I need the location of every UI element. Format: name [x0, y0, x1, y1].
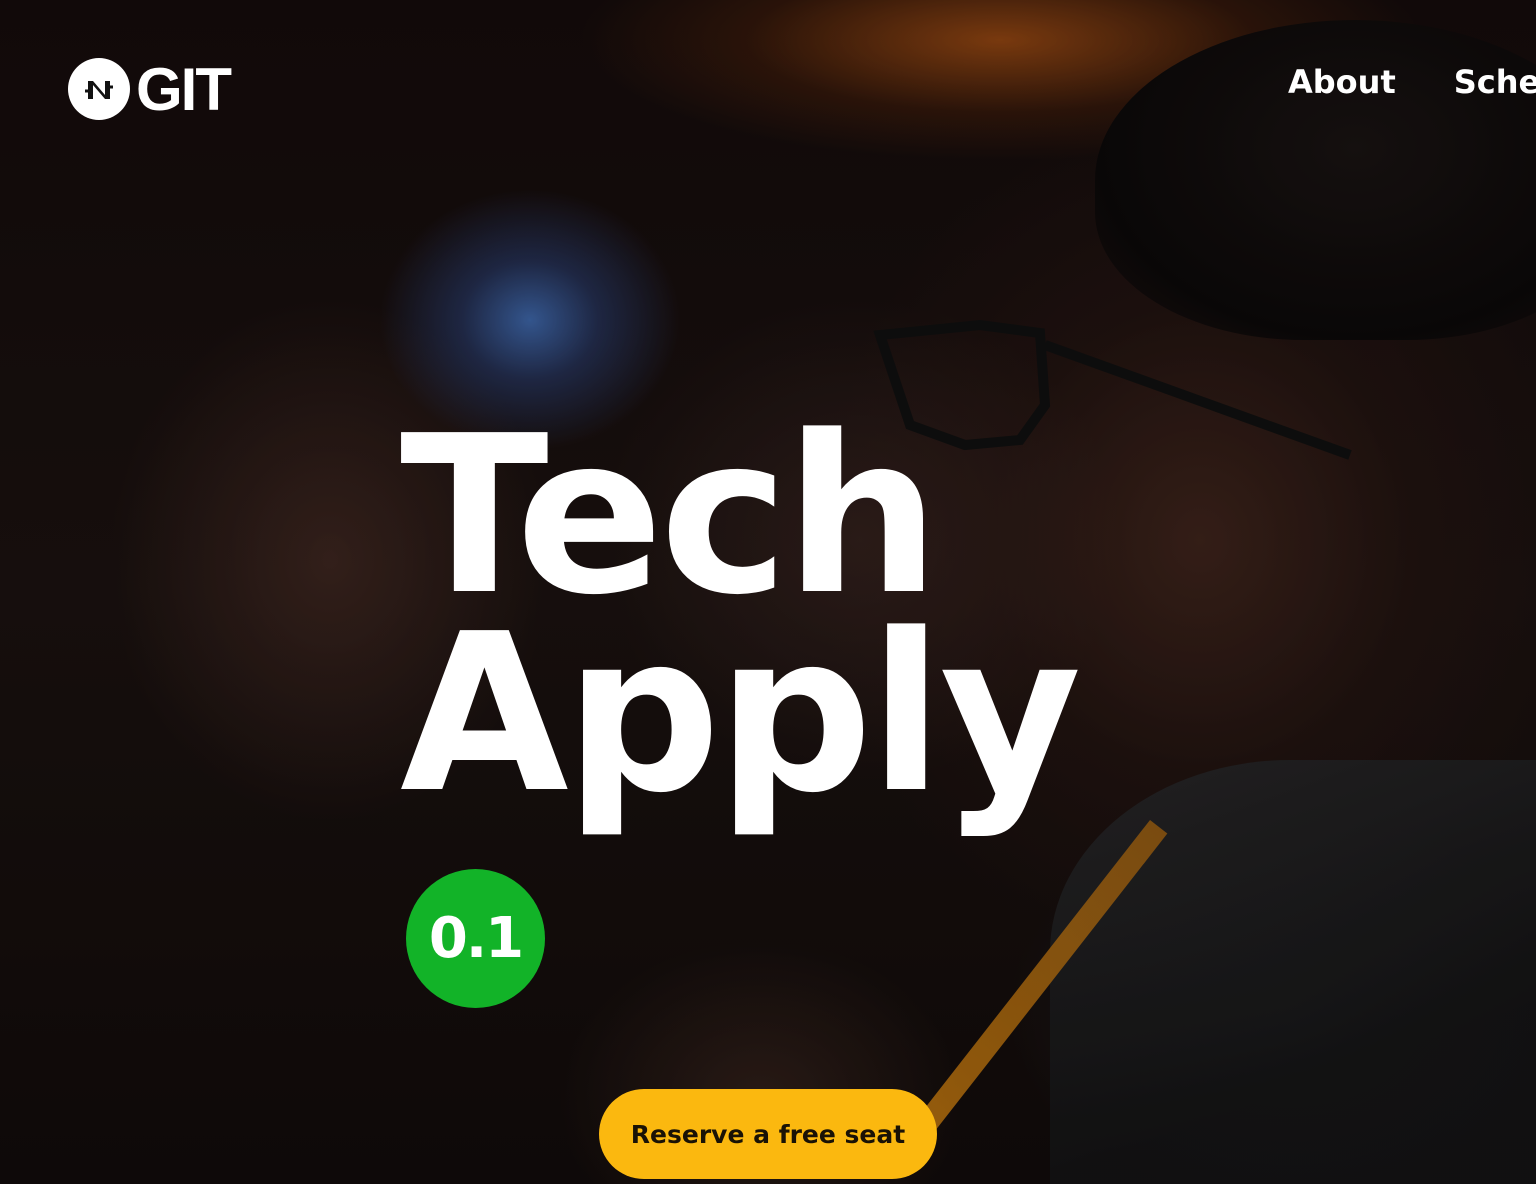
nav-schedule[interactable]: Schec	[1454, 66, 1536, 98]
hero-title: Tech Apply	[400, 390, 1082, 841]
site-logo[interactable]: GIT	[68, 56, 232, 123]
logo-glyph-icon	[85, 81, 113, 99]
top-nav: About Schec	[1288, 66, 1536, 98]
nav-about[interactable]: About	[1288, 66, 1396, 98]
version-badge: 0.1	[406, 869, 545, 1008]
circle-logo-icon	[68, 58, 130, 120]
logo-text: GIT	[136, 56, 232, 123]
reserve-seat-button[interactable]: Reserve a free seat	[599, 1089, 937, 1179]
hero-title-line-2: Apply	[400, 588, 1082, 841]
hero-section: GIT About Schec Tech Apply 0.1 Reserve a…	[0, 0, 1536, 1184]
hero-title-line-1: Tech	[400, 390, 940, 643]
